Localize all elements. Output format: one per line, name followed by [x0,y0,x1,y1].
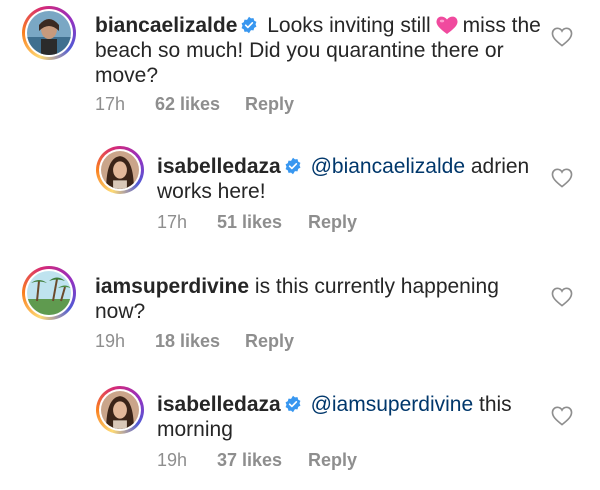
avatar-photo [101,391,139,429]
comment-text: biancaelizalde Looks inviting still miss … [95,13,545,88]
verified-badge-icon [285,395,301,413]
timestamp: 19h [95,331,126,351]
comment-text: isabelledaza @iamsuperdivine this mornin… [157,392,547,442]
avatar-biancaelizalde[interactable] [22,6,76,60]
heart-outline-icon[interactable] [551,406,573,426]
likes-count[interactable]: 62 likes [155,94,245,115]
avatar-isabelledaza[interactable] [96,146,144,194]
mention-link[interactable]: @iamsuperdivine [311,393,474,416]
comment-text: iamsuperdivine is this currently happeni… [95,274,545,324]
verified-badge-icon [241,16,257,34]
avatar-photo [27,271,71,315]
timestamp: 17h [157,212,188,232]
reply-button[interactable]: Reply [245,331,294,352]
verified-badge-icon [285,157,301,175]
comment-meta: 17h 51 likes Reply [157,212,357,233]
username[interactable]: iamsuperdivine [95,275,249,298]
username[interactable]: biancaelizalde [95,14,237,37]
username[interactable]: isabelledaza [157,393,281,416]
heart-outline-icon[interactable] [551,287,573,307]
comment-meta: 17h 62 likes Reply [95,94,294,115]
timestamp: 17h [95,94,126,114]
likes-count[interactable]: 51 likes [217,212,308,233]
reply-button[interactable]: Reply [308,450,357,471]
avatar-isabelledaza[interactable] [96,386,144,434]
timestamp: 19h [157,450,188,470]
avatar-iamsuperdivine[interactable] [22,266,76,320]
avatar-photo [27,11,71,55]
mention-link[interactable]: @biancaelizalde [311,155,465,178]
pink-heart-emoji-icon [436,16,458,34]
heart-outline-icon[interactable] [551,27,573,47]
reply-button[interactable]: Reply [245,94,294,115]
comment-meta: 19h 18 likes Reply [95,331,294,352]
likes-count[interactable]: 18 likes [155,331,245,352]
heart-outline-icon[interactable] [551,168,573,188]
avatar-photo [101,151,139,189]
reply-button[interactable]: Reply [308,212,357,233]
comment-text: isabelledaza @biancaelizalde adrien work… [157,154,547,204]
comment-meta: 19h 37 likes Reply [157,450,357,471]
comment-body-part1: Looks inviting still [267,14,431,37]
username[interactable]: isabelledaza [157,155,281,178]
likes-count[interactable]: 37 likes [217,450,308,471]
